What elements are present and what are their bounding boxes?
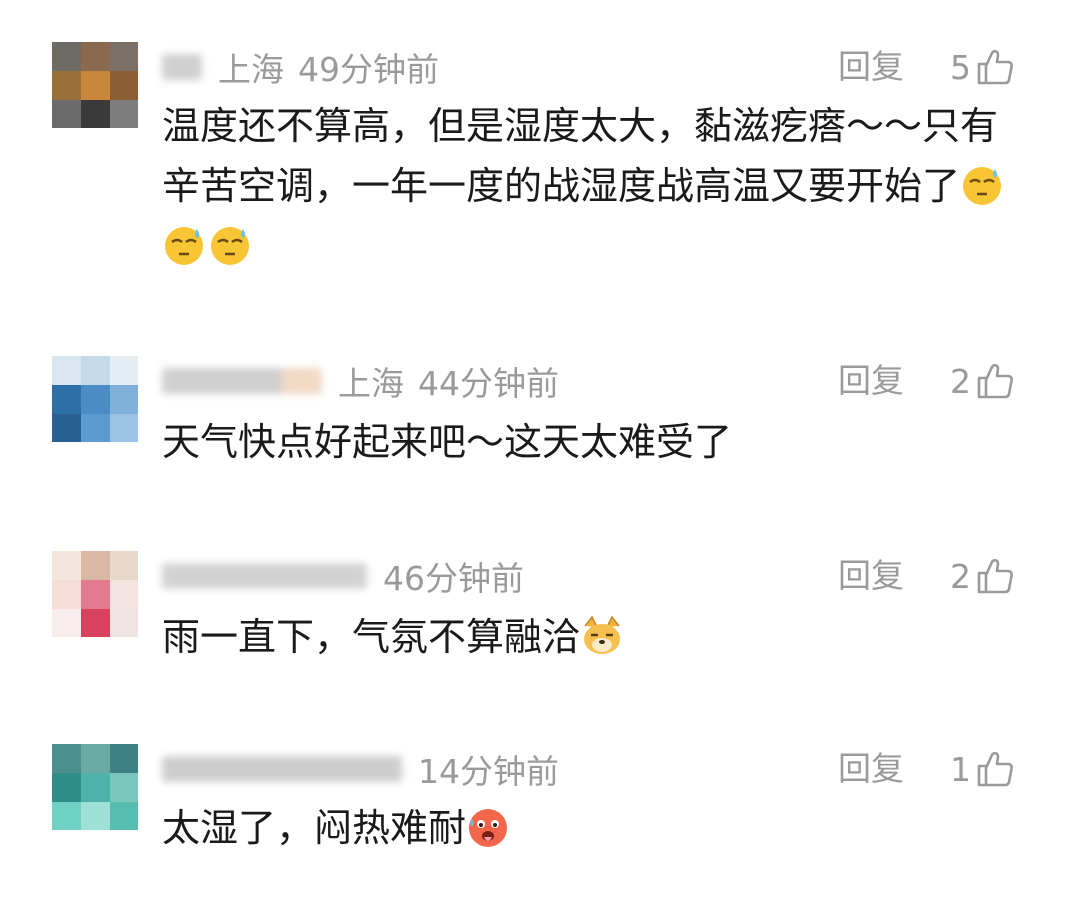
- comment-text: 温度还不算高，但是湿度太大，黏滋疙瘩～～只有辛苦空调，一年一度的战湿度战高温又要…: [162, 96, 1022, 276]
- thumbs-up-icon: [977, 558, 1013, 594]
- username-redacted[interactable]: [162, 563, 367, 589]
- avatar-pixel: [110, 356, 138, 385]
- location: 上海: [218, 50, 284, 89]
- comment-text: 太湿了，闷热难耐: [162, 798, 1022, 858]
- avatar-pixel: [52, 42, 81, 71]
- avatar-pixel: [110, 551, 138, 580]
- timestamp: 44分钟前: [418, 364, 559, 403]
- like-count: 2: [950, 556, 971, 596]
- like-button[interactable]: 2: [950, 356, 1015, 406]
- avatar-pixel: [52, 385, 81, 414]
- avatar-pixel: [110, 802, 138, 830]
- comment-meta: 上海 44分钟前: [162, 356, 573, 406]
- avatar-pixel: [52, 414, 81, 442]
- avatar-pixel: [110, 100, 138, 128]
- avatar-pixel: [81, 580, 110, 609]
- hot-face-emoji-icon: [469, 809, 508, 847]
- avatar-pixel: [52, 580, 81, 609]
- timestamp: 14分钟前: [418, 752, 559, 791]
- comment-body: 天气快点好起来吧～这天太难受了: [162, 420, 733, 464]
- like-count: 1: [950, 749, 971, 789]
- avatar-pixel: [110, 385, 138, 414]
- sweat-smile-emoji-icon: [165, 227, 203, 265]
- avatar-pixel: [81, 42, 110, 71]
- thumbs-up-icon: [977, 363, 1013, 399]
- like-count: 5: [950, 47, 971, 87]
- avatar-pixel: [52, 773, 81, 802]
- avatar[interactable]: [52, 744, 138, 830]
- avatar-pixel: [81, 609, 110, 637]
- reply-button[interactable]: 回复: [838, 744, 904, 794]
- comment-body: 雨一直下，气氛不算融洽: [162, 615, 581, 659]
- username-redacted[interactable]: [162, 756, 402, 782]
- comment-meta: 上海 49分钟前: [162, 42, 453, 92]
- avatar-pixel: [110, 42, 138, 71]
- avatar-pixel: [52, 551, 81, 580]
- reply-button[interactable]: 回复: [838, 356, 904, 406]
- sweat-smile-emoji-icon: [963, 167, 1002, 205]
- avatar[interactable]: [52, 356, 138, 442]
- avatar-pixel: [110, 744, 138, 773]
- avatar[interactable]: [52, 551, 138, 637]
- timestamp: 46分钟前: [383, 559, 524, 598]
- reply-button[interactable]: 回复: [838, 551, 904, 601]
- doge-emoji-icon: [584, 615, 621, 654]
- comment-body: 温度还不算高，但是湿度太大，黏滋疙瘩～～只有辛苦空调，一年一度的战湿度战高温又要…: [162, 104, 999, 208]
- comment-text: 天气快点好起来吧～这天太难受了: [162, 412, 1022, 472]
- avatar-pixel: [52, 744, 81, 773]
- comment-body: 太湿了，闷热难耐: [162, 806, 467, 850]
- avatar-pixel: [52, 71, 81, 100]
- thumbs-up-icon: [977, 751, 1013, 787]
- username-redacted[interactable]: [162, 368, 322, 394]
- location: 上海: [338, 364, 404, 403]
- comment-text: 雨一直下，气氛不算融洽: [162, 607, 1022, 667]
- avatar-pixel: [81, 773, 110, 802]
- like-button[interactable]: 1: [950, 744, 1015, 794]
- avatar-pixel: [52, 356, 81, 385]
- avatar-pixel: [110, 580, 138, 609]
- avatar-pixel: [110, 773, 138, 802]
- avatar-pixel: [81, 744, 110, 773]
- avatar-pixel: [52, 100, 81, 128]
- avatar-pixel: [81, 100, 110, 128]
- avatar[interactable]: [52, 42, 138, 128]
- sweat-smile-emoji-icon: [211, 227, 249, 265]
- avatar-pixel: [110, 609, 138, 637]
- avatar-pixel: [110, 414, 138, 442]
- avatar-pixel: [52, 609, 81, 637]
- avatar-pixel: [110, 71, 138, 100]
- like-button[interactable]: 5: [950, 42, 1015, 92]
- reply-button[interactable]: 回复: [838, 42, 904, 92]
- avatar-pixel: [81, 802, 110, 830]
- thumbs-up-icon: [977, 49, 1013, 85]
- like-count: 2: [950, 361, 971, 401]
- avatar-pixel: [81, 551, 110, 580]
- avatar-pixel: [52, 802, 81, 830]
- username-redacted[interactable]: [162, 54, 202, 80]
- avatar-pixel: [81, 356, 110, 385]
- avatar-pixel: [81, 385, 110, 414]
- comment-meta: 14分钟前: [162, 744, 573, 794]
- like-button[interactable]: 2: [950, 551, 1015, 601]
- comment-meta: 46分钟前: [162, 551, 538, 601]
- avatar-pixel: [81, 71, 110, 100]
- timestamp: 49分钟前: [298, 50, 439, 89]
- avatar-pixel: [81, 414, 110, 442]
